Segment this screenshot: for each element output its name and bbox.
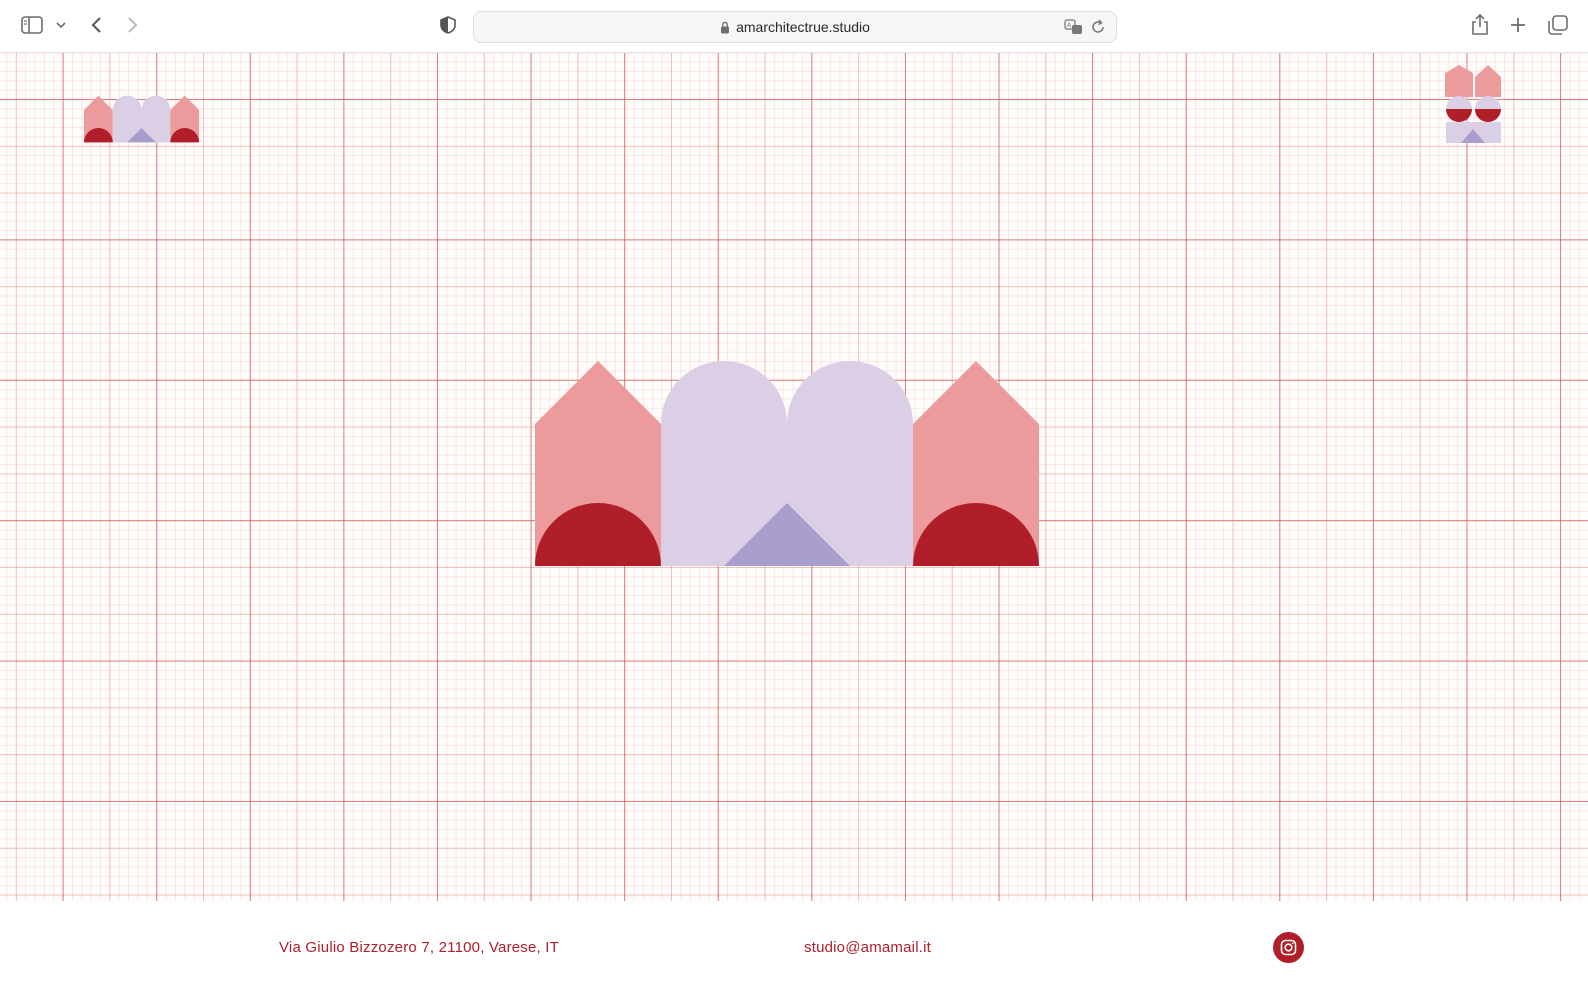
- back-arrow-icon[interactable]: [83, 12, 109, 38]
- sidebar-icon[interactable]: [19, 12, 45, 38]
- logo-mark-small[interactable]: [84, 95, 200, 143]
- instagram-icon[interactable]: [1273, 932, 1304, 963]
- address-bar[interactable]: amarchitectrue.studio A: [473, 11, 1117, 43]
- translate-icon[interactable]: A: [1064, 18, 1084, 41]
- email-link[interactable]: studio@amamail.it: [804, 939, 931, 956]
- share-icon[interactable]: [1467, 12, 1493, 38]
- url-text: amarchitectrue.studio: [736, 19, 870, 35]
- browser-toolbar: amarchitectrue.studio A: [0, 0, 1588, 53]
- lock-icon: [720, 14, 730, 44]
- privacy-shield-icon[interactable]: [435, 12, 461, 38]
- plus-icon[interactable]: [1505, 12, 1531, 38]
- logo-mark-stacked[interactable]: [1445, 65, 1503, 143]
- logo-mark-main[interactable]: [535, 361, 1043, 566]
- reload-icon[interactable]: [1090, 18, 1106, 41]
- svg-text:A: A: [1067, 22, 1072, 29]
- graph-paper-canvas: [0, 53, 1588, 901]
- chevron-down-icon[interactable]: [48, 12, 74, 38]
- forward-arrow-icon[interactable]: [120, 12, 146, 38]
- address-text: Via Giulio Bizzozero 7, 21100, Varese, I…: [279, 939, 560, 956]
- footer: Via Giulio Bizzozero 7, 21100, Varese, I…: [0, 901, 1588, 991]
- tabs-overview-icon[interactable]: [1545, 12, 1571, 38]
